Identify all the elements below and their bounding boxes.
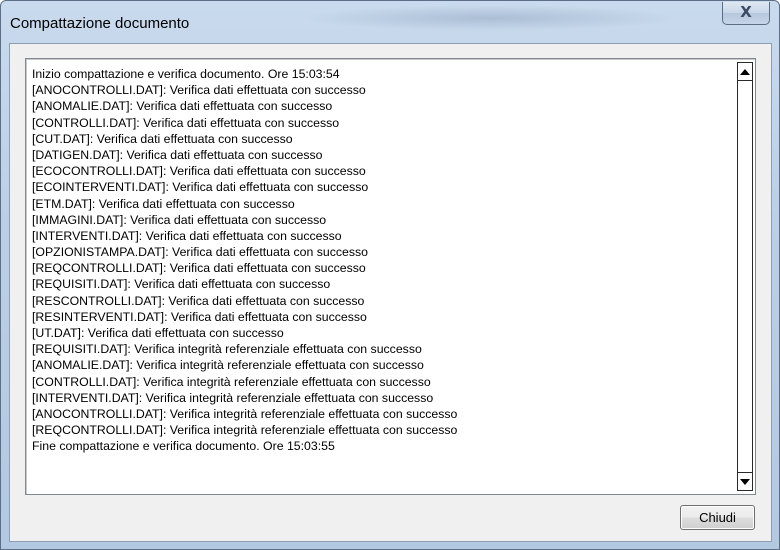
log-line: [IMMAGINI.DAT]: Verifica dati effettuata…: [32, 212, 327, 227]
log-textbox[interactable]: Inizio compattazione e verifica document…: [25, 58, 756, 495]
chiudi-button[interactable]: Chiudi: [680, 505, 755, 530]
log-line: [REQUISITI.DAT]: Verifica dati effettuat…: [32, 277, 331, 292]
close-icon: X: [740, 3, 752, 21]
log-line: Fine compattazione e verifica documento.…: [32, 439, 335, 454]
log-line: [OPZIONISTAMPA.DAT]: Verifica dati effet…: [32, 245, 369, 260]
log-line: [REQUISITI.DAT]: Verifica integrità refe…: [32, 342, 422, 357]
log-line: [CUT.DAT]: Verifica dati effettuata con …: [32, 131, 293, 146]
dialog-body: Inizio compattazione e verifica document…: [9, 43, 772, 542]
log-line: [INTERVENTI.DAT]: Verifica integrità ref…: [32, 390, 434, 405]
log-line: [REQCONTROLLI.DAT]: Verifica dati effett…: [32, 261, 366, 276]
title-bar[interactable]: Compattazione documento X: [1, 1, 779, 43]
arrow-up-icon: [740, 68, 750, 75]
log-line: Inizio compattazione e verifica document…: [32, 67, 340, 81]
log-line: [ECOINTERVENTI.DAT]: Verifica dati effet…: [32, 180, 369, 195]
log-line: [DATIGEN.DAT]: Verifica dati effettuata …: [32, 147, 323, 162]
title-bar-glow: [301, 5, 681, 31]
log-line: [ANOMALIE.DAT]: Verifica dati effettuata…: [32, 99, 333, 114]
log-line: [UT.DAT]: Verifica dati effettuata con s…: [32, 326, 284, 340]
log-line: [INTERVENTI.DAT]: Verifica dati effettua…: [32, 228, 342, 243]
log-line: [ANOCONTROLLI.DAT]: Verifica dati effett…: [32, 83, 366, 98]
scroll-up-button[interactable]: [737, 62, 753, 81]
log-line: [ANOMALIE.DAT]: Verifica integrità refer…: [32, 358, 424, 373]
log-text: Inizio compattazione e verifica document…: [32, 66, 733, 492]
log-line: [CONTROLLI.DAT]: Verifica integrità refe…: [32, 374, 431, 389]
window-title: Compattazione documento: [10, 15, 190, 32]
log-line: [ETM.DAT]: Verifica dati effettuata con …: [32, 196, 295, 211]
dialog-window: Compattazione documento X Inizio compatt…: [0, 0, 780, 550]
log-line: [ECOCONTROLLI.DAT]: Verifica dati effett…: [32, 164, 366, 179]
log-line: [ANOCONTROLLI.DAT]: Verifica integrità r…: [32, 406, 458, 421]
scrollbar-track[interactable]: [737, 81, 753, 472]
arrow-down-icon: [740, 478, 750, 485]
log-line: [CONTROLLI.DAT]: Verifica dati effettuat…: [32, 115, 340, 130]
log-line: [RESCONTROLLI.DAT]: Verifica dati effett…: [32, 293, 365, 308]
window-close-button[interactable]: X: [722, 2, 770, 25]
log-line: [RESINTERVENTI.DAT]: Verifica dati effet…: [32, 309, 367, 324]
vertical-scrollbar[interactable]: [737, 62, 753, 491]
log-line: [REQCONTROLLI.DAT]: Verifica integrità r…: [32, 423, 458, 438]
scroll-down-button[interactable]: [737, 472, 753, 491]
